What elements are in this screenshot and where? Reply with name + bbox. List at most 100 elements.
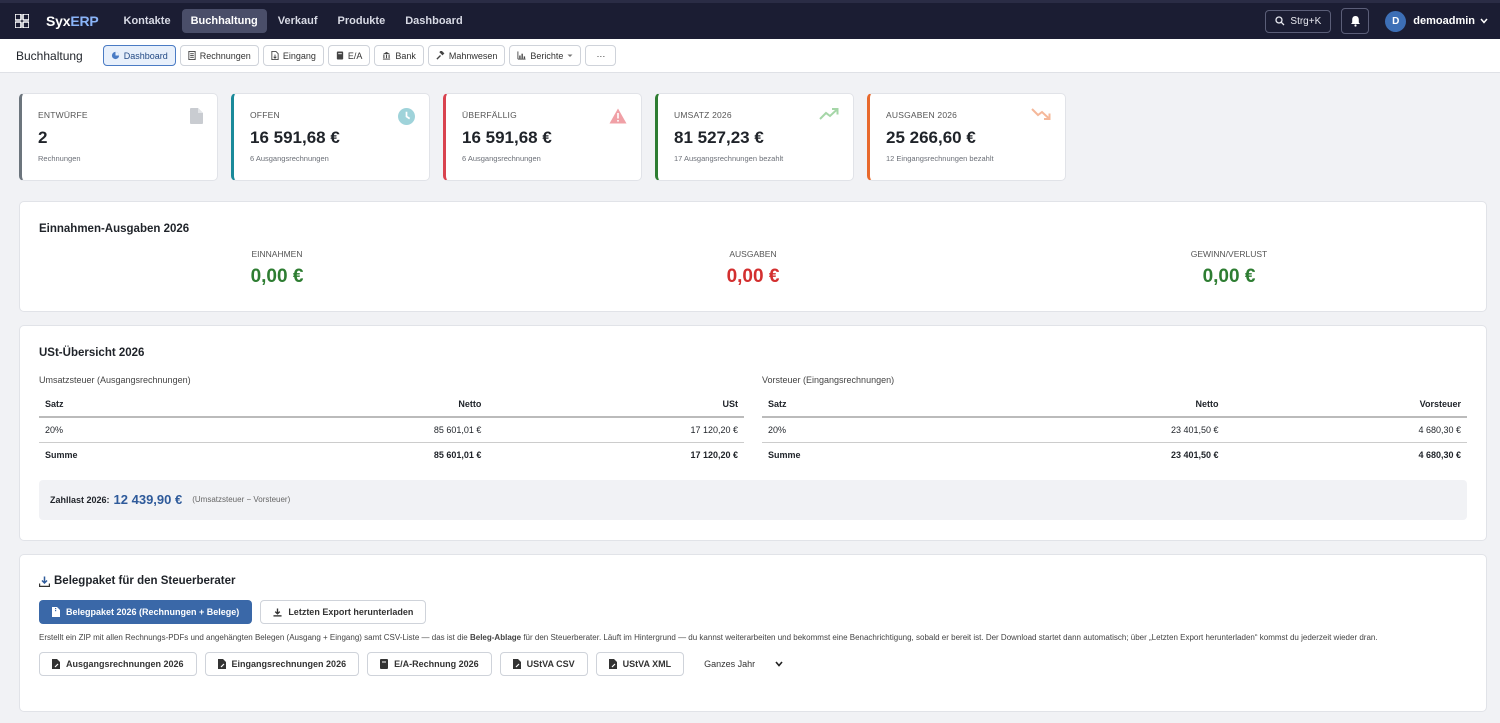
brand-logo[interactable]: SyxERP — [46, 13, 99, 29]
brand-text: Syx — [46, 13, 71, 29]
nav-produkte[interactable]: Produkte — [329, 9, 395, 33]
tab-label: E/A — [347, 50, 363, 61]
table-cell: 20% — [39, 417, 231, 443]
file-xml-icon — [608, 659, 617, 669]
ea-label: Ausgaben — [729, 249, 777, 259]
panel-title: Belegpaket für den Steuerberater — [54, 575, 236, 587]
stat-card-entwuerfe[interactable]: Entwürfe 2 Rechnungen — [19, 93, 218, 181]
stat-label: Ausgaben 2026 — [886, 110, 958, 120]
gavel-icon — [436, 51, 445, 60]
tab-berichte[interactable]: Berichte — [509, 45, 582, 66]
module-toolbar: Buchhaltung Dashboard Rechnungen Eingang… — [0, 39, 1500, 73]
column-header: Satz — [39, 392, 231, 418]
stat-value: 16 591,68 € — [462, 128, 552, 147]
stat-card-umsatz[interactable]: Umsatz 2026 81 527,23 € 17 Ausgangsrechn… — [655, 93, 854, 181]
belegpaket-panel: Belegpaket für den Steuerberater Belegpa… — [19, 554, 1487, 712]
einnahmen-value: 0,00 € — [250, 266, 304, 287]
column-header: Satz — [762, 392, 960, 418]
table-caption: Umsatzsteuer (Ausgangsrechnungen) — [39, 375, 191, 385]
user-menu-name[interactable]: demoadmin — [1413, 15, 1475, 27]
table-cell: 4 680,30 € — [1224, 417, 1467, 443]
notifications-button[interactable] — [1341, 8, 1370, 34]
stat-label: Offen — [250, 110, 280, 120]
tab-dashboard[interactable]: Dashboard — [102, 45, 176, 66]
zahllast-hint: (Umsatzsteuer − Vorsteuer) — [192, 495, 291, 504]
tab-ea[interactable]: E/A — [327, 45, 371, 66]
stat-label: Umsatz 2026 — [674, 110, 732, 120]
einnahmen-summary: Einnahmen 0,00 € — [39, 249, 515, 288]
export-eingangsrechnungen-button[interactable]: Eingangsrechnungen 2026 — [204, 652, 360, 676]
period-select[interactable]: Ganzes Jahr — [704, 659, 783, 669]
button-label: Belegpaket 2026 (Rechnungen + Belege) — [66, 607, 240, 617]
table-cell: 23 401,50 € — [1170, 450, 1219, 461]
tab-label: Rechnungen — [199, 50, 251, 61]
desc-bold-text: Beleg-Ablage — [469, 633, 522, 642]
nav-verkauf[interactable]: Verkauf — [269, 9, 327, 33]
ust-overview-panel: USt-Übersicht 2026 Umsatzsteuer (Ausgang… — [19, 325, 1487, 541]
belegpaket-description: Erstellt ein ZIP mit allen Rechnungs-PDF… — [39, 631, 1449, 644]
gewinn-summary: Gewinn/Verlust 0,00 € — [991, 249, 1467, 288]
create-belegpaket-button[interactable]: Belegpaket 2026 (Rechnungen + Belege) — [39, 600, 253, 624]
stat-sub: 17 Ausgangsrechnungen bezahlt — [674, 154, 784, 163]
file-zip-icon — [52, 607, 60, 617]
apps-grid-icon[interactable] — [12, 11, 32, 31]
zahllast-box: Zahllast 2026: 12 439,90 € (Umsatzsteuer… — [39, 479, 1467, 520]
stat-card-ausgaben[interactable]: Ausgaben 2026 25 266,60 € 12 Eingangsrec… — [867, 93, 1066, 181]
file-export-icon — [52, 659, 60, 669]
button-label: Eingangsrechnungen 2026 — [231, 659, 347, 669]
file-csv-icon — [512, 659, 521, 669]
stat-cards: Entwürfe 2 Rechnungen Offen 16 591,68 € … — [19, 93, 1487, 181]
stat-value: 16 591,68 € — [250, 128, 340, 147]
zahllast-value: 12 439,90 € — [113, 492, 183, 507]
ausgaben-value: 0,00 € — [726, 266, 780, 287]
tab-bank[interactable]: Bank — [374, 45, 424, 66]
chevron-down-icon — [775, 661, 783, 667]
stat-label: Überfällig — [462, 110, 517, 120]
table-row: 20% 85 601,01 € 17 120,20 € — [39, 417, 744, 443]
button-label: Letzten Export herunterladen — [288, 607, 414, 617]
table-sum-row: Summe 23 401,50 € 4 680,30 € — [762, 443, 1467, 468]
table-sum-row: Summe 85 601,01 € 17 120,20 € — [39, 443, 744, 468]
clock-icon — [398, 108, 415, 125]
more-menu-button[interactable]: ··· — [585, 45, 617, 66]
stat-label: Entwürfe — [38, 110, 88, 120]
ausgaben-summary: Ausgaben 0,00 € — [515, 249, 991, 288]
column-header: Netto — [959, 392, 1225, 418]
stat-sub: 12 Eingangsrechnungen bezahlt — [886, 154, 994, 163]
download-last-export-button[interactable]: Letzten Export herunterladen — [260, 600, 427, 624]
desc-text: Erstellt ein ZIP mit allen Rechnungs-PDF… — [39, 633, 470, 642]
table-cell: 17 120,20 € — [487, 417, 744, 443]
search-button[interactable]: Strg+K — [1265, 9, 1332, 33]
einnahmen-ausgaben-panel: Einnahmen-Ausgaben 2026 Einnahmen 0,00 €… — [19, 201, 1487, 312]
export-ausgangsrechnungen-button[interactable]: Ausgangsrechnungen 2026 — [39, 652, 197, 676]
stat-card-ueberfaellig[interactable]: Überfällig 16 591,68 € 6 Ausgangsrechnun… — [443, 93, 642, 181]
export-ea-rechnung-button[interactable]: E/A-Rechnung 2026 — [367, 652, 492, 676]
search-shortcut-label: Strg+K — [1290, 15, 1322, 27]
stat-sub: Rechnungen — [38, 154, 81, 163]
desc-text: für den Steuerberater. Läuft im Hintergr… — [521, 633, 1378, 642]
avatar[interactable]: D — [1385, 10, 1407, 32]
export-ustva-xml-button[interactable]: UStVA XML — [595, 652, 685, 676]
download-icon — [273, 607, 282, 617]
tab-rechnungen[interactable]: Rechnungen — [179, 45, 259, 66]
trend-down-icon — [1031, 108, 1051, 120]
book-icon — [336, 51, 343, 60]
stat-value: 81 527,23 € — [674, 128, 764, 147]
stat-card-offen[interactable]: Offen 16 591,68 € 6 Ausgangsrechnungen — [231, 93, 430, 181]
document-icon — [188, 51, 196, 60]
export-ustva-csv-button[interactable]: UStVA CSV — [499, 652, 588, 676]
table-cell: 85 601,01 € — [433, 450, 482, 461]
tab-label: Eingang — [282, 50, 316, 61]
nav-buchhaltung[interactable]: Buchhaltung — [181, 9, 267, 33]
button-label: E/A-Rechnung 2026 — [394, 659, 479, 669]
nav-dashboard[interactable]: Dashboard — [396, 9, 471, 33]
table-cell: Summe — [45, 450, 78, 461]
table-cell: 23 401,50 € — [959, 417, 1225, 443]
book-icon — [380, 659, 389, 669]
tab-mahnwesen[interactable]: Mahnwesen — [427, 45, 506, 66]
chevron-down-icon[interactable] — [1480, 18, 1488, 24]
column-header: Netto — [230, 392, 488, 418]
tab-eingang[interactable]: Eingang — [262, 45, 324, 66]
nav-kontakte[interactable]: Kontakte — [115, 9, 180, 33]
caret-down-icon — [567, 54, 573, 57]
